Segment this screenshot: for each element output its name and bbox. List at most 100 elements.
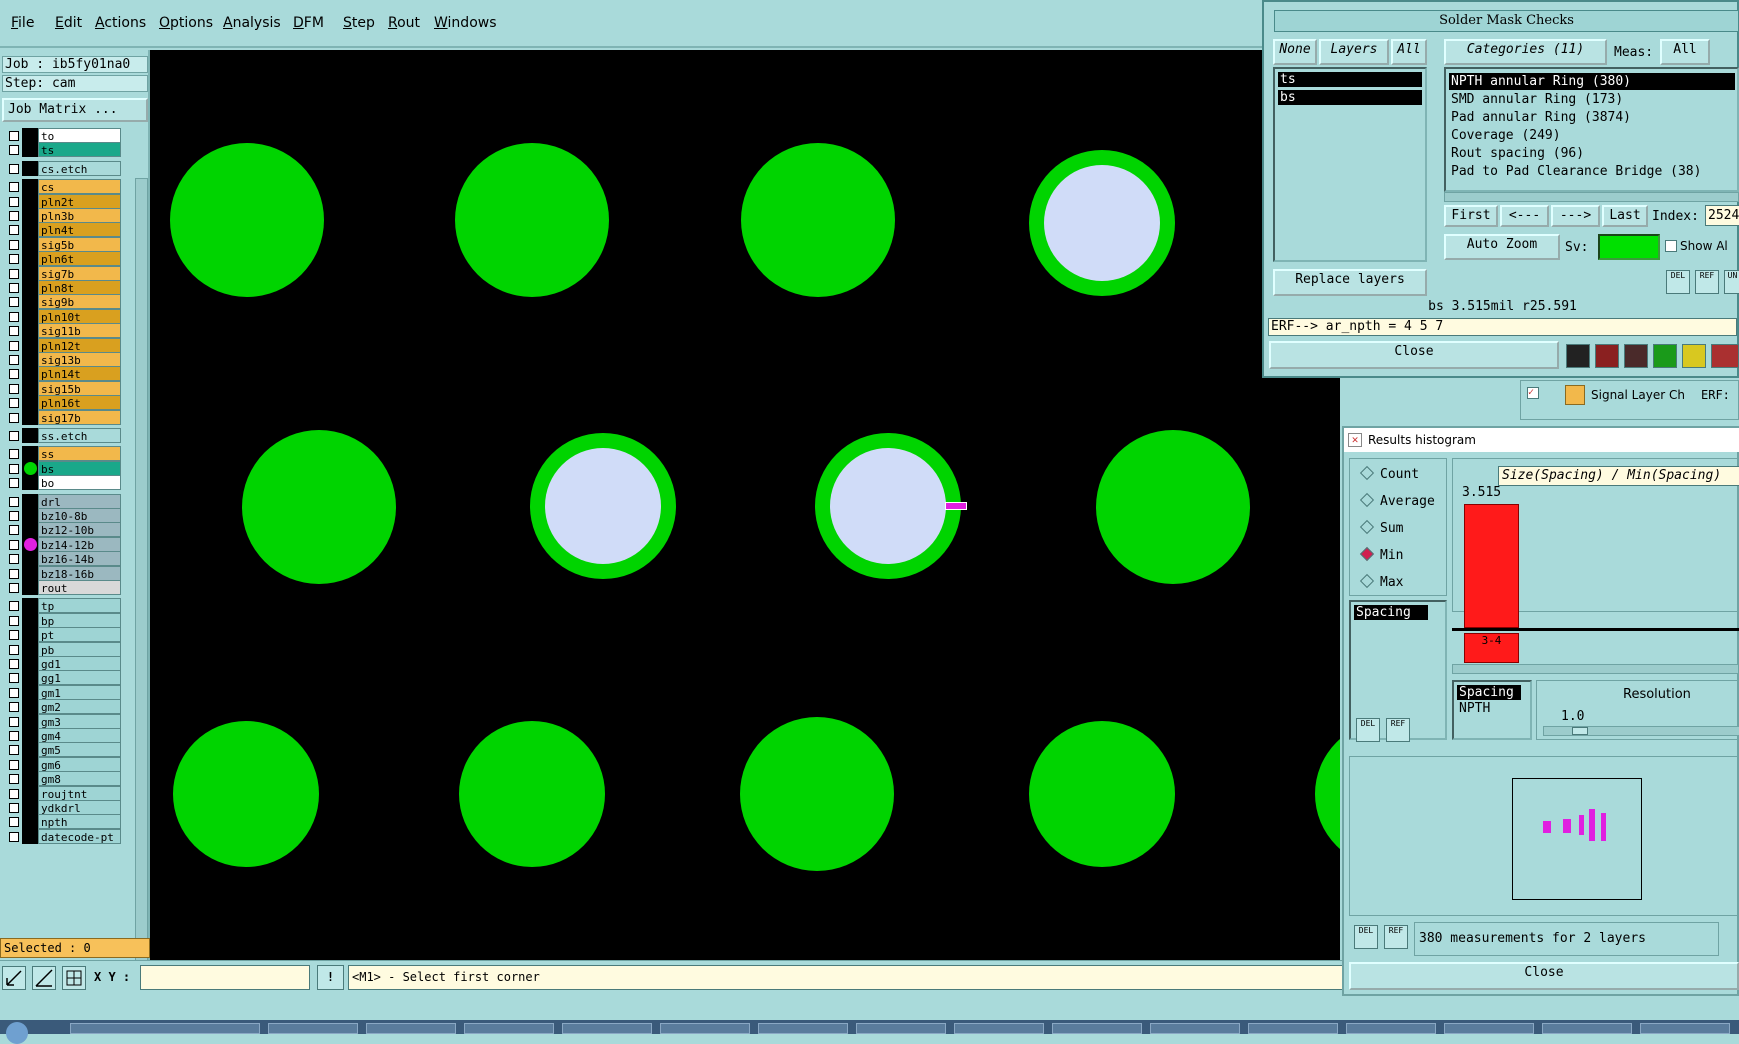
layer-name[interactable]: sig11b [38, 323, 121, 339]
layer-checkbox[interactable] [9, 383, 19, 394]
taskbar-button[interactable] [1150, 1023, 1240, 1034]
mode-sum-radio[interactable]: Sum [1359, 519, 1403, 536]
layer-row[interactable]: bz14-12b [2, 536, 122, 552]
category-item[interactable]: Pad annular Ring (3874) [1449, 109, 1631, 126]
layer-name[interactable]: sig17b [38, 409, 121, 425]
layer-row[interactable]: ts [2, 142, 122, 158]
layer-row[interactable]: gm4 [2, 728, 122, 743]
layer-name[interactable]: to [38, 128, 121, 143]
taskbar-button[interactable] [70, 1023, 260, 1034]
taskbar-button[interactable] [856, 1023, 946, 1034]
layer-name[interactable]: roujtnt [38, 785, 121, 801]
layer-list-scrollbar[interactable] [135, 178, 148, 983]
layer-name[interactable]: bz10-8b [38, 508, 121, 523]
layer-checkbox[interactable] [9, 311, 19, 322]
layer-checkbox[interactable] [9, 340, 19, 351]
start-orb-icon[interactable] [6, 1022, 28, 1044]
layer-row[interactable]: sig17b [2, 409, 122, 425]
layer-checkbox[interactable] [9, 687, 19, 698]
layer-row[interactable]: bz18-16b [2, 565, 122, 581]
layer-row[interactable]: npth [2, 814, 122, 830]
histogram-list-2[interactable]: Spacing NPTH [1452, 680, 1532, 740]
layer-item[interactable]: ts [1278, 72, 1422, 87]
list-item[interactable]: Spacing [1354, 605, 1428, 620]
toolbar-icon[interactable] [1566, 344, 1590, 368]
toolbar-icon[interactable] [1653, 344, 1677, 368]
toolbar-icon[interactable] [1595, 344, 1619, 368]
histogram-close-icon[interactable]: ✕ [1348, 433, 1362, 447]
layer-row[interactable]: cs [2, 179, 122, 195]
layer-name[interactable]: pln14t [38, 366, 121, 382]
layer-name[interactable]: sig7b [38, 265, 121, 281]
ref-button[interactable]: REF [1695, 270, 1719, 294]
mode-min-radio[interactable]: Min [1359, 546, 1403, 563]
layer-name[interactable]: datecode-pt [38, 828, 121, 844]
meas-all-button[interactable]: All [1660, 39, 1710, 65]
layer-row[interactable]: pln10t [2, 308, 122, 324]
layer-name[interactable]: gm5 [38, 742, 121, 758]
layer-row[interactable]: ss [2, 446, 122, 462]
layer-checkbox[interactable] [9, 431, 19, 441]
layer-name[interactable]: bp [38, 612, 121, 628]
layer-row[interactable]: bs [2, 460, 122, 476]
menu-dfm[interactable]: DFM [293, 15, 324, 31]
layer-checkbox[interactable] [9, 788, 19, 799]
ref-button[interactable]: REF [1384, 925, 1408, 949]
layer-row[interactable]: bp [2, 612, 122, 628]
layer-row[interactable]: gm1 [2, 684, 122, 700]
layer-checkbox[interactable] [9, 496, 19, 507]
layer-name[interactable]: rout [38, 580, 121, 595]
menu-windows[interactable]: Windows [434, 15, 497, 31]
category-item[interactable]: NPTH annular Ring (380) [1449, 73, 1735, 90]
layer-checkbox[interactable] [9, 463, 19, 474]
graphic-canvas[interactable] [150, 50, 1340, 960]
layer-checkbox[interactable] [9, 554, 19, 565]
layer-name[interactable]: bs [38, 460, 121, 476]
layer-checkbox[interactable] [9, 568, 19, 579]
taskbar-button[interactable] [660, 1023, 750, 1034]
layer-row[interactable]: to [2, 128, 122, 143]
layer-checkbox[interactable] [9, 630, 19, 641]
layer-row[interactable]: datecode-pt [2, 828, 122, 844]
taskbar-button[interactable] [464, 1023, 554, 1034]
layer-name[interactable]: gm1 [38, 684, 121, 700]
layer-checkbox[interactable] [9, 745, 19, 756]
layer-row[interactable]: pln6t [2, 251, 122, 267]
xy-input[interactable] [140, 965, 310, 990]
last-button[interactable]: Last [1602, 205, 1648, 227]
layer-name[interactable]: bo [38, 475, 121, 491]
layer-name[interactable]: npth [38, 814, 121, 830]
layer-name[interactable]: pln10t [38, 308, 121, 324]
layers-list[interactable]: ts bs [1273, 67, 1427, 262]
histogram-close-button[interactable]: Close [1349, 962, 1739, 990]
categories-hscrollbar[interactable] [1444, 192, 1739, 202]
list-item[interactable]: Spacing [1457, 685, 1521, 700]
layer-row[interactable]: sig13b [2, 352, 122, 367]
layer-checkbox[interactable] [9, 163, 19, 174]
layer-checkbox[interactable] [9, 601, 19, 612]
layer-row[interactable]: gg1 [2, 670, 122, 686]
layer-name[interactable]: pln6t [38, 251, 121, 267]
layer-name[interactable]: bz12-10b [38, 522, 121, 538]
layer-checkbox[interactable] [9, 145, 19, 156]
grid-tool-icon[interactable] [62, 966, 86, 990]
layer-row[interactable]: gm5 [2, 742, 122, 758]
layer-row[interactable]: pln14t [2, 366, 122, 382]
layer-row[interactable]: sig15b [2, 380, 122, 396]
next-button[interactable]: ---> [1551, 205, 1600, 227]
layer-checkbox[interactable] [9, 239, 19, 250]
layer-row[interactable]: sig11b [2, 323, 122, 339]
layer-name[interactable]: ss [38, 446, 121, 462]
layer-checkbox[interactable] [9, 511, 19, 521]
replace-layers-button[interactable]: Replace layers [1273, 269, 1427, 296]
menu-step[interactable]: Step [343, 15, 375, 31]
del-button[interactable]: DEL [1354, 925, 1378, 949]
layer-name[interactable]: tp [38, 598, 121, 614]
category-item[interactable]: Rout spacing (96) [1449, 145, 1584, 162]
layer-row[interactable]: cs.etch [2, 160, 122, 176]
layer-name[interactable]: gm6 [38, 756, 121, 772]
close-button[interactable]: Close [1269, 341, 1559, 369]
layer-row[interactable]: rout [2, 580, 122, 595]
layer-name[interactable]: sig5b [38, 236, 121, 252]
category-item[interactable]: Pad to Pad Clearance Bridge (38) [1449, 163, 1701, 180]
